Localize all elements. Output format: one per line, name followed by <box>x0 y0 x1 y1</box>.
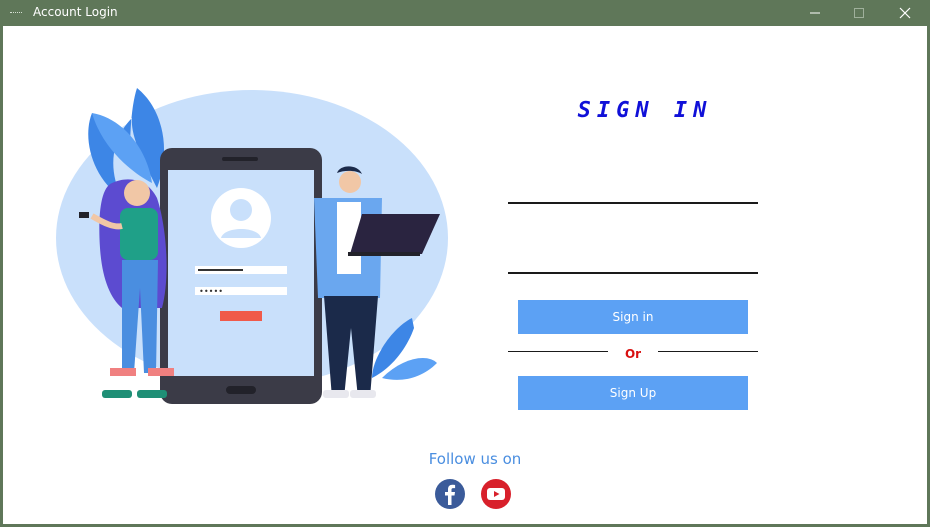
sign-up-button[interactable]: Sign Up <box>518 376 748 410</box>
maximize-button[interactable] <box>836 0 882 26</box>
window-border-left <box>0 26 3 527</box>
minimize-button[interactable] <box>792 0 838 26</box>
svg-text:•••••: ••••• <box>199 287 223 296</box>
minimize-icon <box>810 12 820 14</box>
maximize-icon <box>854 8 864 18</box>
login-illustration: ••••• <box>56 88 448 404</box>
close-icon <box>899 7 911 19</box>
username-field[interactable] <box>508 178 758 204</box>
window-title: Account Login <box>33 5 118 19</box>
app-icon <box>10 12 22 15</box>
close-button[interactable] <box>882 0 928 26</box>
sign-in-heading: SIGN IN <box>577 98 713 123</box>
divider-right <box>658 351 758 352</box>
title-bar: Account Login <box>0 0 930 26</box>
password-field[interactable] <box>508 248 758 274</box>
or-label: Or <box>624 347 642 361</box>
sign-in-button[interactable]: Sign in <box>518 300 748 334</box>
divider-left <box>508 351 608 352</box>
follow-us-label: Follow us on <box>428 450 522 468</box>
youtube-icon[interactable] <box>480 478 512 510</box>
facebook-icon[interactable] <box>434 478 466 510</box>
